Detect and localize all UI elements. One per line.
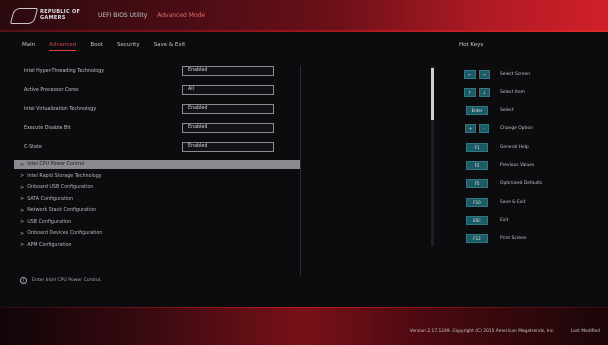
brand-line-2: GAMERS <box>40 15 66 21</box>
submenu-arrow-icon: > <box>20 242 25 248</box>
submenu-item[interactable]: > Onboard USB Configuration <box>18 183 295 192</box>
option-row[interactable]: Execute Disable Bit Enabled <box>18 122 295 134</box>
top-bar: REPUBLIC OF GAMERS UEFI BIOS Utility Adv… <box>0 0 608 32</box>
hotkey-label: Save & Exit <box>500 199 526 205</box>
option-label: Execute Disable Bit <box>24 125 71 131</box>
submenu-label: Network Stack Configuration <box>27 208 97 213</box>
tab-save-exit[interactable]: Save & Exit <box>154 42 186 51</box>
option-value-dropdown[interactable]: Enabled <box>182 123 274 133</box>
f5-key: F5 <box>466 179 488 189</box>
submenu-item[interactable]: > APM Configuration <box>18 241 295 250</box>
hotkey-row: + - Change Option <box>457 123 597 135</box>
submenu-item[interactable]: > USB Configuration <box>18 218 295 227</box>
tab-bar: Main Advanced Boot Security Save & Exit <box>22 42 185 51</box>
option-value-dropdown[interactable]: Enabled <box>182 66 274 76</box>
hotkeys-panel: ← → Select Screen ↑ ↓ Select Item Enter Se… <box>457 68 597 251</box>
submenu-arrow-icon: > <box>20 207 25 214</box>
submenu-item[interactable]: > SATA Configuration <box>18 195 295 204</box>
submenu-item[interactable]: > Intel Rapid Storage Technology <box>18 172 295 181</box>
hotkey-label: Select Item <box>500 89 525 95</box>
tab-main[interactable]: Main <box>22 42 35 51</box>
submenu-label: APM Configuration <box>27 242 72 248</box>
enter-key: Enter <box>466 106 488 116</box>
hotkey-row: ↑ ↓ Select Item <box>457 86 597 98</box>
hotkey-label: Change Option <box>500 126 533 132</box>
arrow-up-key: ↑ <box>464 87 476 97</box>
minus-key: - <box>479 124 490 134</box>
f1-key: F1 <box>466 142 488 152</box>
info-icon: i <box>20 277 27 284</box>
option-value-dropdown[interactable]: All <box>182 85 274 95</box>
submenu-arrow-icon: > <box>20 196 25 202</box>
f2-key: F2 <box>466 160 488 170</box>
hotkey-label: Previous Values <box>500 162 535 168</box>
tab-security[interactable]: Security <box>117 42 140 51</box>
plus-key: + <box>464 124 477 134</box>
hotkey-row: F2 Previous Values <box>457 159 597 171</box>
brand: REPUBLIC OF GAMERS <box>40 9 80 21</box>
footer: Version 2.17.1249. Copyright (C) 2015 Am… <box>410 329 600 334</box>
hotkey-row: ESC Exit <box>457 214 597 226</box>
scrollbar-thumb[interactable] <box>431 68 434 120</box>
option-label: C-State <box>24 144 42 150</box>
option-value-dropdown[interactable]: Enabled <box>182 104 274 114</box>
arrow-right-key: → <box>478 69 490 79</box>
hotkey-row: F1 General Help <box>457 141 597 153</box>
tab-advanced[interactable]: Advanced <box>49 42 77 51</box>
help-text: Enter Intel CPU Power Control. <box>32 278 102 283</box>
hotkeys-title: Hot Keys <box>459 42 484 48</box>
hotkey-row: F12 Print Screen <box>457 233 597 245</box>
submenu-item[interactable]: > Intel CPU Power Control <box>14 160 301 169</box>
submenu-label: Onboard USB Configuration <box>27 185 94 190</box>
option-row[interactable]: Intel Hyper-Threading Technology Enabled <box>18 65 295 77</box>
settings-menu: Intel Hyper-Threading Technology Enabled… <box>14 65 301 252</box>
submenu-arrow-icon: > <box>20 219 25 225</box>
mode-title: Advanced Mode <box>157 12 206 19</box>
panel-divider <box>300 66 301 276</box>
f12-key: F12 <box>466 234 488 244</box>
submenu-label: USB Configuration <box>27 219 72 225</box>
submenu-label: Onboard Devices Configuration <box>27 231 103 236</box>
hotkey-row: Enter Select <box>457 105 597 117</box>
hotkey-label: Print Screen <box>500 236 527 242</box>
hotkey-row: F10 Save & Exit <box>457 196 597 208</box>
option-row[interactable]: Intel Virtualization Technology Enabled <box>18 103 295 115</box>
option-label: Active Processor Cores <box>24 87 79 93</box>
esc-key: ESC <box>466 215 488 225</box>
hotkey-label: Select Screen <box>500 71 531 77</box>
tab-boot[interactable]: Boot <box>90 42 103 51</box>
help-info: i Enter Intel CPU Power Control. <box>20 277 102 284</box>
f10-key: F10 <box>466 197 488 207</box>
option-row[interactable]: Active Processor Cores All <box>18 84 295 96</box>
rog-logo-icon <box>9 8 39 24</box>
submenu-arrow-icon: > <box>20 230 25 237</box>
submenu-label: SATA Configuration <box>27 196 74 202</box>
submenu-item[interactable]: > Network Stack Configuration <box>18 206 295 215</box>
hotkey-label: Select <box>500 108 514 114</box>
hotkey-row: ← → Select Screen <box>457 68 597 80</box>
hotkey-label: Exit <box>500 217 509 223</box>
arrow-left-key: ← <box>464 69 476 79</box>
submenu-arrow-icon: > <box>20 173 25 179</box>
submenu-arrow-icon: > <box>20 161 25 168</box>
submenu-arrow-icon: > <box>20 184 25 191</box>
submenu-item[interactable]: > Onboard Devices Configuration <box>18 229 295 238</box>
hotkey-label: General Help <box>500 144 529 150</box>
version-text: Version 2.17.1249. Copyright (C) 2015 Am… <box>409 329 555 334</box>
option-label: Intel Virtualization Technology <box>24 106 97 112</box>
submenu-label: Intel Rapid Storage Technology <box>27 173 102 179</box>
bottom-bar: Version 2.17.1249. Copyright (C) 2015 Am… <box>0 307 608 345</box>
arrow-down-key: ↓ <box>478 87 490 97</box>
window-title: UEFI BIOS Utility Advanced Mode <box>98 12 213 19</box>
submenu-label: Intel CPU Power Control <box>27 162 84 167</box>
last-modified-button[interactable]: Last Modified <box>571 329 600 334</box>
hotkey-label: Optimized Defaults <box>500 181 543 187</box>
option-label: Intel Hyper-Threading Technology <box>24 68 105 74</box>
hotkey-row: F5 Optimized Defaults <box>457 178 597 190</box>
utility-title: UEFI BIOS Utility <box>98 12 148 19</box>
scrollbar[interactable] <box>431 66 434 246</box>
option-row[interactable]: C-State Enabled <box>18 141 295 153</box>
option-value-dropdown[interactable]: Enabled <box>182 142 274 152</box>
